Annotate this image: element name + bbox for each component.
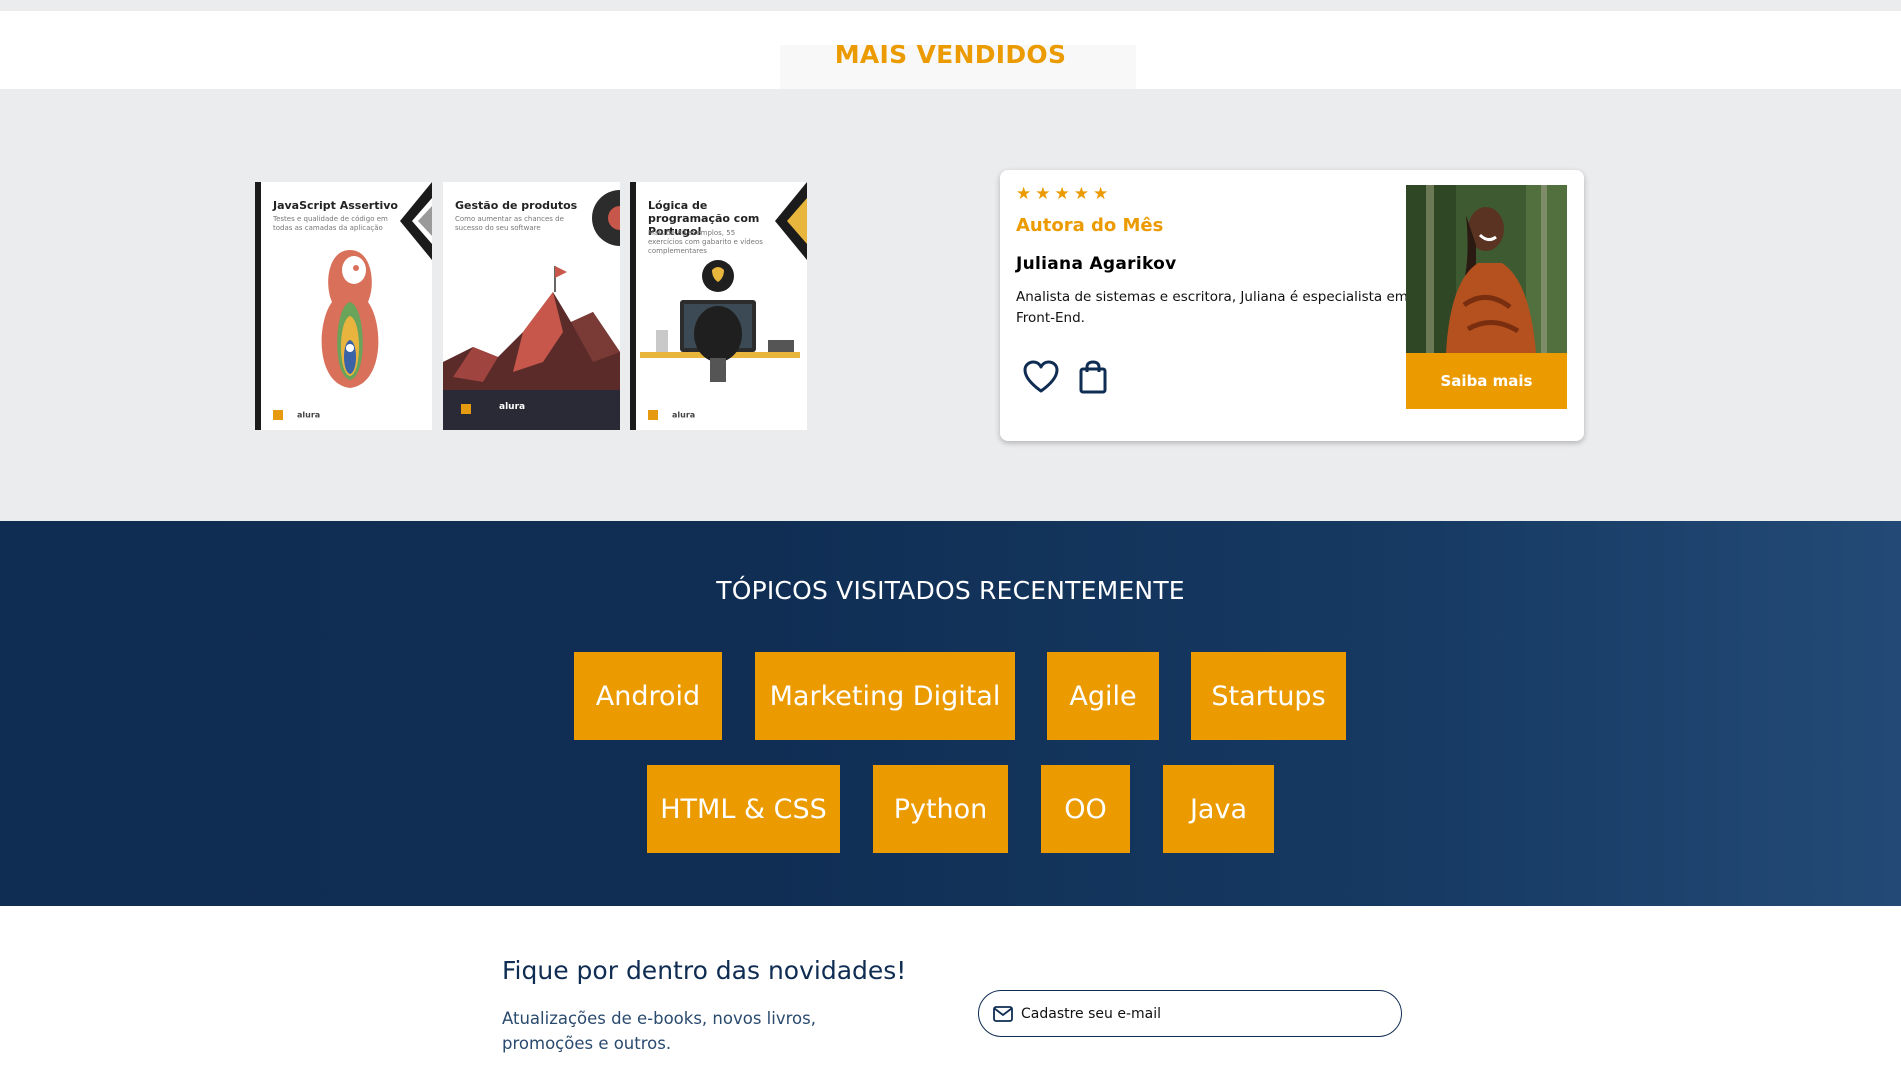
star-icon: ★ xyxy=(1035,184,1051,204)
book-corner-badge-icon xyxy=(775,182,807,260)
topic-tag-python[interactable]: Python xyxy=(873,765,1008,853)
favorite-button[interactable] xyxy=(1022,358,1060,396)
topic-tag-android[interactable]: Android xyxy=(574,652,722,740)
book-cover-logica-de-programacao[interactable]: Lógica de programação com Portugol Mais … xyxy=(630,182,807,430)
publisher-logo-icon xyxy=(273,410,283,420)
publisher-logo-icon xyxy=(648,410,658,420)
book-subtitle: Como aumentar as chances de sucesso do s… xyxy=(455,215,564,232)
book-title: JavaScript Assertivo xyxy=(273,199,398,212)
topic-tag-startups[interactable]: Startups xyxy=(1191,652,1346,740)
book-title: Gestão de produtos xyxy=(455,199,578,212)
email-input[interactable] xyxy=(1021,1005,1381,1022)
shopping-bag-icon xyxy=(1079,360,1107,394)
author-name: Juliana Agarikov xyxy=(1016,254,1177,274)
mountain-illustration xyxy=(443,266,620,400)
book-cover-javascript-assertivo[interactable]: JavaScript Assertivo Testes e qualidade … xyxy=(255,182,432,430)
topic-tag-agile[interactable]: Agile xyxy=(1047,652,1159,740)
topic-tag-html-css[interactable]: HTML & CSS xyxy=(647,765,840,853)
matryoshka-illustration xyxy=(321,250,379,388)
add-to-bag-button[interactable] xyxy=(1074,358,1112,396)
learn-more-button[interactable]: Saiba mais xyxy=(1406,353,1567,409)
book-spine xyxy=(630,182,636,430)
top-strip xyxy=(0,0,1901,11)
topics-title: TÓPICOS VISITADOS RECENTEMENTE xyxy=(716,576,1185,605)
book-publisher: alura xyxy=(273,410,320,420)
book-corner-circle-icon xyxy=(592,190,620,246)
email-signup-field[interactable] xyxy=(978,990,1402,1037)
author-role: Autora do Mês xyxy=(1016,215,1164,236)
star-icon: ★ xyxy=(1054,184,1070,204)
newsletter-description: Atualizações de e-books, novos livros, p… xyxy=(502,1009,816,1053)
mail-icon xyxy=(993,1005,1013,1022)
section-title: MAIS VENDIDOS xyxy=(834,40,1067,69)
star-icon: ★ xyxy=(1016,184,1032,204)
author-photo xyxy=(1406,185,1567,353)
book-subtitle: Mais de 80 exemplos, 55 exercícios com g… xyxy=(648,229,763,255)
programmer-illustration xyxy=(640,260,800,382)
author-of-month-card: ★ ★ ★ ★ ★ Autora do Mês Juliana Agarikov… xyxy=(1000,170,1584,441)
topic-tag-marketing-digital[interactable]: Marketing Digital xyxy=(755,652,1015,740)
book-footer-band: alura xyxy=(443,390,620,430)
topic-tag-java[interactable]: Java xyxy=(1163,765,1274,853)
book-publisher: alura xyxy=(648,410,695,420)
star-icon: ★ xyxy=(1073,184,1089,204)
newsletter-title: Fique por dentro das novidades! xyxy=(502,956,907,985)
recent-topics-section: TÓPICOS VISITADOS RECENTEMENTE Android M… xyxy=(0,521,1901,906)
book-subtitle: Testes e qualidade de código em todas as… xyxy=(273,215,388,232)
author-portrait-image xyxy=(1406,185,1567,353)
book-publisher: alura xyxy=(499,402,526,412)
author-description: Analista de sistemas e escritora, Julian… xyxy=(1016,289,1408,326)
newsletter-section: Fique por dentro das novidades! Atualiza… xyxy=(0,906,1901,1080)
publisher-logo-icon xyxy=(461,404,471,414)
star-icon: ★ xyxy=(1093,184,1109,204)
author-actions xyxy=(1022,358,1112,396)
best-sellers-header: MAIS VENDIDOS xyxy=(0,11,1901,97)
heart-icon xyxy=(1023,360,1059,393)
book-spine xyxy=(255,182,261,430)
rating-stars: ★ ★ ★ ★ ★ xyxy=(1016,186,1108,203)
topic-tag-oo[interactable]: OO xyxy=(1041,765,1130,853)
book-cover-gestao-de-produtos[interactable]: Gestão de produtos Como aumentar as chan… xyxy=(443,182,620,430)
book-corner-badge-icon xyxy=(400,182,432,260)
